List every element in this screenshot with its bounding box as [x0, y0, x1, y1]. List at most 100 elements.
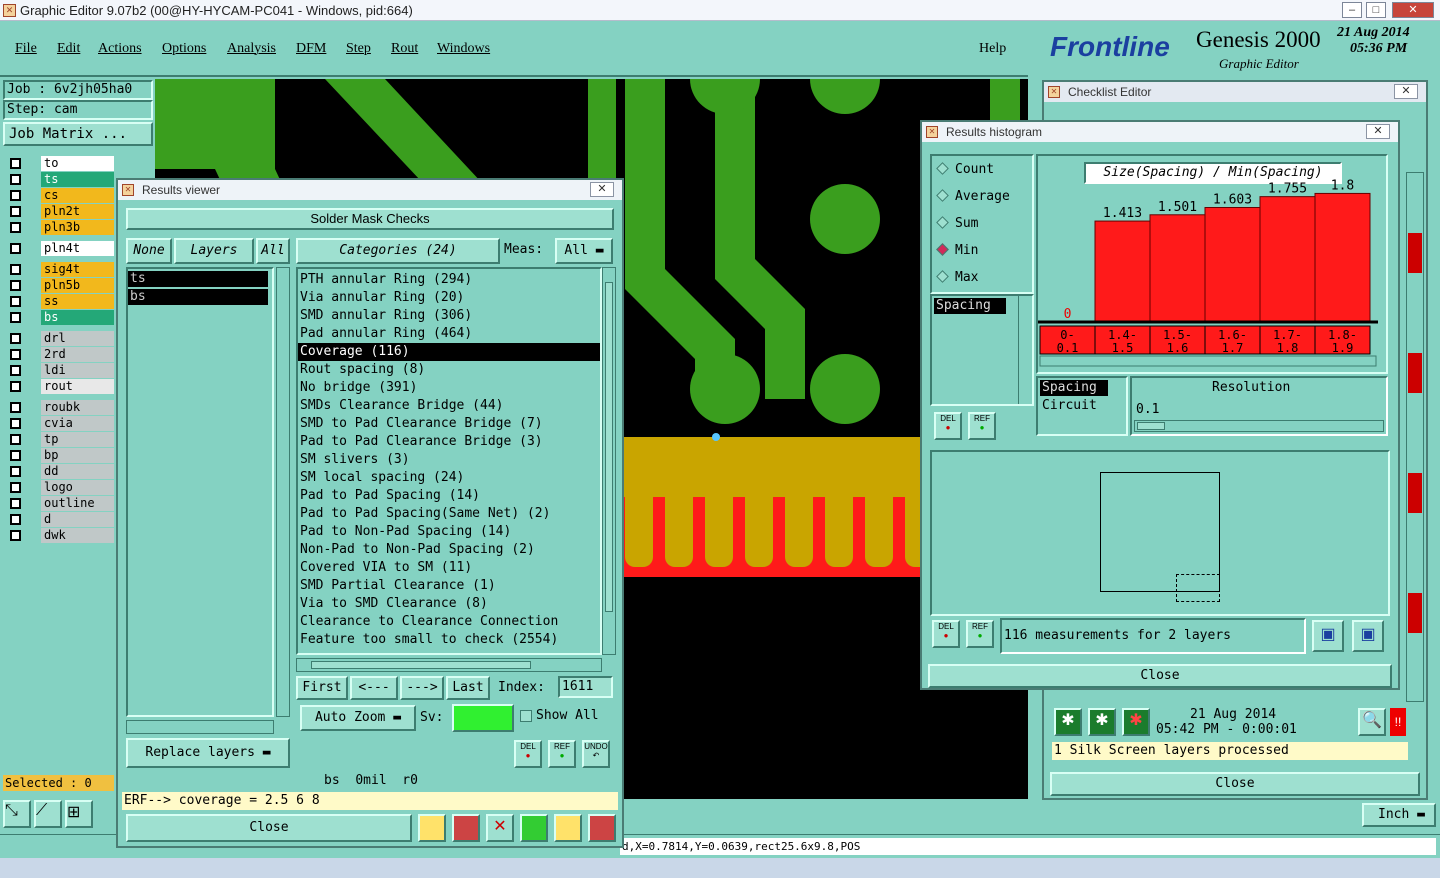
layer-row[interactable]: cs [8, 188, 114, 203]
mode-min[interactable]: Min [936, 243, 978, 258]
category-item[interactable]: Pad to Pad Clearance Bridge (3) [298, 433, 600, 451]
layers-button[interactable]: Layers [174, 238, 254, 264]
export-icon[interactable]: ▣ [1312, 620, 1344, 652]
layer-row[interactable]: bs [8, 310, 114, 325]
notes-icon[interactable] [554, 814, 582, 842]
categories-button[interactable]: Categories (24) [296, 238, 500, 264]
checklist-close-button[interactable]: Close [1050, 772, 1420, 796]
layer-checkbox[interactable] [10, 158, 21, 169]
layer-row[interactable]: ts [8, 172, 114, 187]
zoom-icon[interactable]: 🔍 [1358, 708, 1386, 736]
layer-checkbox[interactable] [10, 514, 21, 525]
layer-checkbox[interactable] [10, 482, 21, 493]
snapshot-icon[interactable]: ▣ [1352, 620, 1384, 652]
category-scrollbar[interactable] [602, 267, 616, 655]
none-button[interactable]: None [126, 238, 172, 264]
del-button[interactable]: DEL ● [514, 740, 542, 768]
sv-color-select[interactable] [452, 704, 514, 732]
histogram-bar[interactable] [1314, 192, 1371, 323]
category-item[interactable]: Pad to Non-Pad Spacing (14) [298, 523, 600, 541]
category-item[interactable]: Clearance to Clearance Connection [298, 613, 600, 631]
minimize-button[interactable]: – [1342, 2, 1362, 18]
layer-row[interactable]: dd [8, 464, 114, 479]
layer-checkbox[interactable] [10, 264, 21, 275]
layer-row[interactable]: sig4t [8, 262, 114, 277]
layer-row[interactable]: ss [8, 294, 114, 309]
layer-row[interactable]: pln2t [8, 204, 114, 219]
category-item[interactable]: SMDs Clearance Bridge (44) [298, 397, 600, 415]
layer-row[interactable]: dwk [8, 528, 114, 543]
layer-checkbox[interactable] [10, 222, 21, 233]
menu-windows[interactable]: Windows [437, 41, 490, 57]
layer-checkbox[interactable] [10, 174, 21, 185]
layer-checkbox[interactable] [10, 349, 21, 360]
hist-del-button-2[interactable]: DEL ● [932, 620, 960, 648]
layer-row[interactable]: cvia [8, 416, 114, 431]
results-viewer-close-icon[interactable]: ✕ [590, 182, 614, 197]
histogram-bar[interactable] [1259, 196, 1316, 323]
mode-average[interactable]: Average [936, 189, 1010, 204]
layer-checkbox[interactable] [10, 365, 21, 376]
results-viewer-close-button[interactable]: Close [126, 814, 412, 842]
layer-row[interactable]: rout [8, 379, 114, 394]
chart-hscroll[interactable] [1039, 355, 1377, 367]
run-all-icon[interactable]: ✱ [1088, 708, 1116, 736]
layer-checkbox[interactable] [10, 333, 21, 344]
run-error-icon[interactable]: ✱ [1122, 708, 1150, 736]
category-item[interactable]: Pad to Pad Spacing(Same Net) (2) [298, 505, 600, 523]
category-item[interactable]: Via to SMD Clearance (8) [298, 595, 600, 613]
hist-ref-button-2[interactable]: REF ● [966, 620, 994, 648]
category-item[interactable]: SMD annular Ring (306) [298, 307, 600, 325]
category-item[interactable]: SMD to Pad Clearance Bridge (7) [298, 415, 600, 433]
histogram-bar[interactable] [1094, 220, 1151, 323]
layer-row[interactable]: tp [8, 432, 114, 447]
histogram-icon[interactable] [588, 814, 616, 842]
layer-checkbox[interactable] [10, 296, 21, 307]
undo-button[interactable]: UNDO ↶ [582, 740, 610, 768]
layer-row[interactable]: bp [8, 448, 114, 463]
grid-icon[interactable]: ⊞ [65, 800, 93, 828]
layer-row[interactable]: pln5b [8, 278, 114, 293]
menu-help[interactable]: Help [979, 41, 1006, 57]
meas-select[interactable]: All ▬ [555, 238, 613, 264]
report-icon[interactable] [452, 814, 480, 842]
result-layer-item[interactable]: ts [128, 271, 268, 287]
zoom-fit-icon[interactable]: ⤡ [3, 800, 31, 828]
layer-checkbox[interactable] [10, 280, 21, 291]
category-item[interactable]: Coverage (116) [298, 343, 600, 361]
step-icon[interactable] [520, 814, 548, 842]
measure-icon[interactable]: ⟋ [34, 800, 62, 828]
last-button[interactable]: Last [446, 676, 490, 700]
menu-edit[interactable]: Edit [57, 41, 80, 57]
layer-row[interactable]: roubk [8, 400, 114, 415]
category-item[interactable]: PTH annular Ring (294) [298, 271, 600, 289]
menu-file[interactable]: File [15, 41, 37, 57]
category-item[interactable]: SM slivers (3) [298, 451, 600, 469]
layer-checkbox[interactable] [10, 530, 21, 541]
layer-row[interactable]: logo [8, 480, 114, 495]
hist-del-button[interactable]: DEL ● [934, 412, 962, 440]
ref-button[interactable]: REF ● [548, 740, 576, 768]
highlight-icon[interactable] [418, 814, 446, 842]
prev-button[interactable]: <--- [350, 676, 398, 700]
layer-row[interactable]: ldi [8, 363, 114, 378]
menu-options[interactable]: Options [162, 41, 206, 57]
layer-checkbox[interactable] [10, 402, 21, 413]
histogram-close-button[interactable]: Close [928, 664, 1392, 688]
category-item[interactable]: Pad to Pad Spacing (14) [298, 487, 600, 505]
layer-checkbox[interactable] [10, 206, 21, 217]
close-window-button[interactable]: ✕ [1392, 2, 1434, 18]
menu-step[interactable]: Step [346, 41, 371, 57]
category-item[interactable]: Covered VIA to SM (11) [298, 559, 600, 577]
layer-row[interactable]: pln4t [8, 241, 114, 256]
replace-layers-select[interactable]: Replace layers ▬ [126, 738, 290, 768]
layer-row[interactable]: pln3b [8, 220, 114, 235]
category-item[interactable]: SMD Partial Clearance (1) [298, 577, 600, 595]
layer-row[interactable]: d [8, 512, 114, 527]
all-layers-button[interactable]: All [256, 238, 290, 264]
first-button[interactable]: First [296, 676, 348, 700]
layer-row[interactable]: to [8, 156, 114, 171]
clear-icon[interactable]: ✕ [486, 814, 514, 842]
layer-checkbox[interactable] [10, 418, 21, 429]
layer-list-hscroll[interactable] [126, 720, 274, 734]
